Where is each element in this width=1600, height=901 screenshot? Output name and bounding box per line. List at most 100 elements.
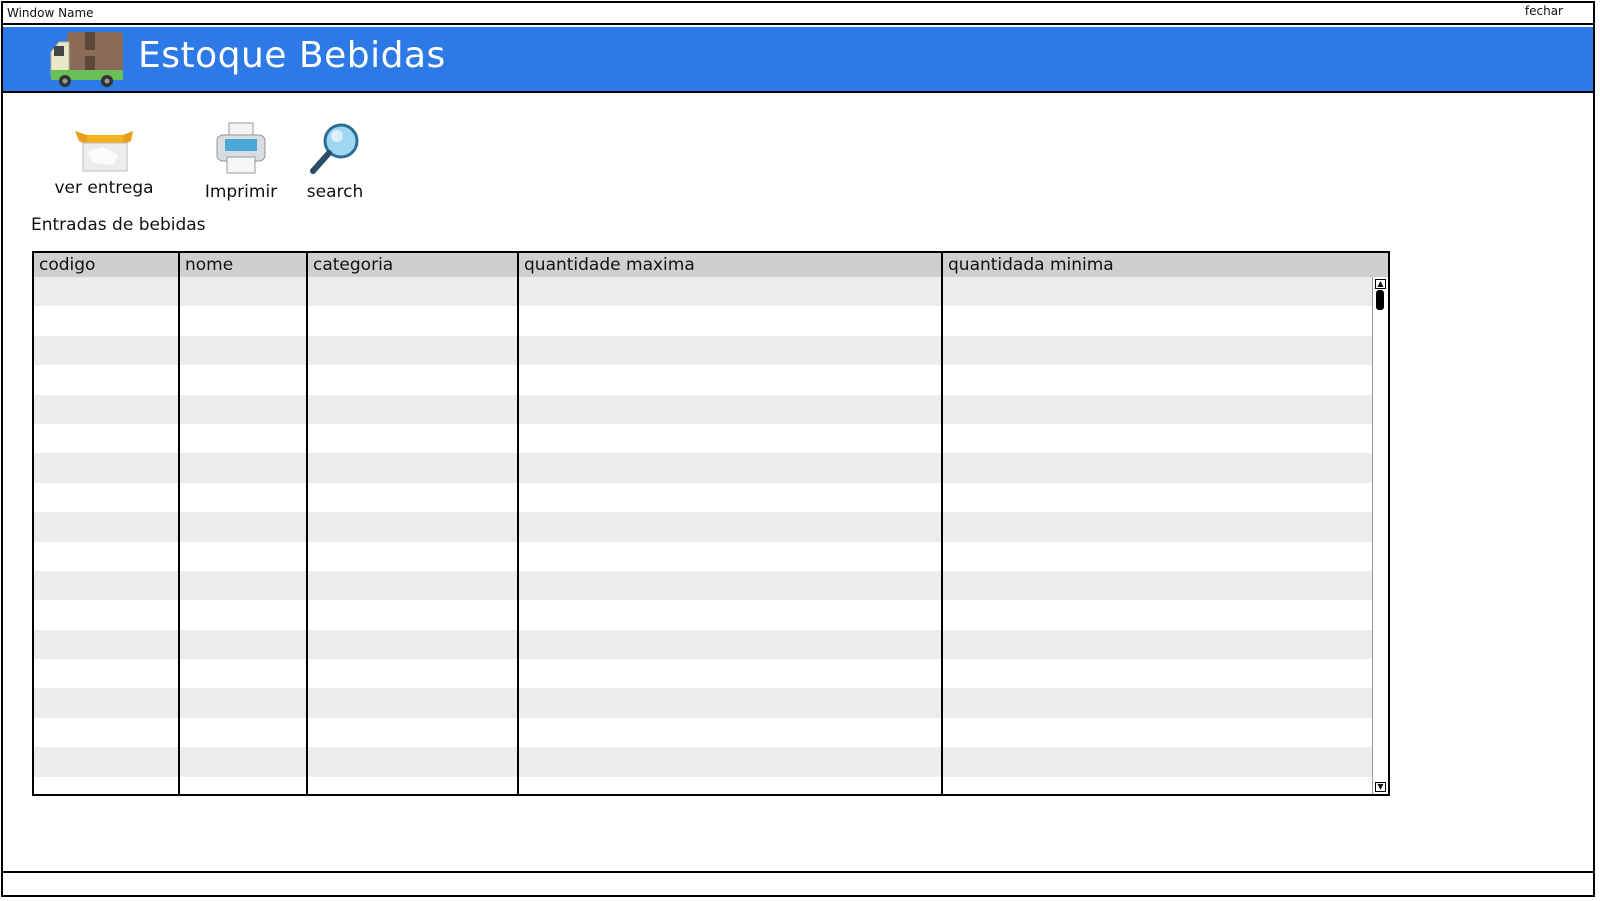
table-cell (519, 688, 943, 718)
table-cell (180, 365, 308, 395)
table-cell (943, 777, 1372, 794)
table-row[interactable] (34, 335, 1372, 366)
table-row[interactable] (34, 600, 1372, 630)
close-button[interactable]: fechar (1525, 1, 1563, 21)
table-cell (519, 277, 943, 307)
table-cell (308, 659, 519, 689)
table-cell (519, 453, 943, 483)
table-cell (519, 629, 943, 660)
table-cell (34, 541, 180, 571)
table-cell (180, 776, 308, 794)
table-cell (308, 482, 519, 513)
table-cell (519, 541, 943, 571)
table-cell (180, 394, 308, 424)
app-header: Estoque Bebidas (3, 27, 1593, 93)
table-cell (180, 512, 308, 542)
table-cell (34, 747, 180, 777)
scroll-down-arrow-icon[interactable]: ▼ (1375, 782, 1386, 792)
table-header: codigo nome categoria quantidade maxima … (34, 253, 1388, 277)
table-cell (308, 747, 519, 777)
table-cell (308, 629, 519, 660)
search-label: search (306, 182, 364, 202)
vertical-scrollbar[interactable]: ▲ ▼ (1372, 277, 1388, 794)
table-cell (519, 600, 943, 630)
table-cell (34, 659, 180, 689)
imprimir-button[interactable]: Imprimir (201, 121, 281, 202)
table-cell (943, 512, 1372, 541)
table-row[interactable] (34, 629, 1372, 660)
table-cell (34, 394, 180, 424)
table-row[interactable] (34, 482, 1372, 513)
column-header-categoria[interactable]: categoria (308, 253, 519, 277)
table-cell (519, 570, 943, 601)
table-cell (34, 570, 180, 601)
table-cell (943, 424, 1372, 453)
table-cell (34, 688, 180, 718)
table-cell (519, 394, 943, 424)
table-cell (943, 483, 1372, 512)
column-header-quantidada-minima[interactable]: quantidada minima (943, 253, 1388, 277)
table-cell (308, 717, 519, 748)
table-cell (180, 277, 308, 307)
table-cell (308, 365, 519, 395)
table-cell (180, 600, 308, 630)
table-cell (308, 394, 519, 424)
table-cell (519, 747, 943, 777)
table-cell (308, 277, 519, 307)
table-row[interactable] (34, 423, 1372, 454)
column-header-quantidade-maxima[interactable]: quantidade maxima (519, 253, 943, 277)
scroll-up-arrow-icon[interactable]: ▲ (1375, 279, 1386, 289)
column-header-nome[interactable]: nome (180, 253, 308, 277)
table-cell (180, 306, 308, 336)
table-row[interactable] (34, 277, 1372, 307)
table-row[interactable] (34, 306, 1372, 336)
table-row[interactable] (34, 747, 1372, 777)
table-cell (34, 600, 180, 630)
column-header-codigo[interactable]: codigo (34, 253, 180, 277)
printer-icon (216, 122, 266, 174)
status-bar (3, 871, 1593, 895)
scroll-thumb[interactable] (1376, 290, 1384, 310)
table-cell (943, 277, 1372, 306)
entries-table: codigo nome categoria quantidade maxima … (32, 251, 1390, 796)
table-cell (943, 718, 1372, 747)
ver-entrega-button[interactable]: ver entrega (51, 121, 157, 198)
table-cell (943, 542, 1372, 571)
table-row[interactable] (34, 394, 1372, 424)
table-cell (180, 747, 308, 777)
table-cell (519, 335, 943, 366)
table-row[interactable] (34, 717, 1372, 748)
table-cell (519, 717, 943, 748)
imprimir-label: Imprimir (204, 182, 278, 202)
table-cell (34, 482, 180, 513)
table-cell (519, 423, 943, 454)
table-row[interactable] (34, 541, 1372, 571)
table-row[interactable] (34, 688, 1372, 718)
table-cell (180, 688, 308, 718)
delivery-truck-icon (50, 32, 123, 87)
table-cell (34, 776, 180, 794)
title-bar: Window Name fechar (3, 3, 1593, 25)
search-button[interactable]: search (299, 121, 371, 202)
table-cell (308, 776, 519, 794)
window-name: Window Name (7, 6, 94, 20)
page-title: Estoque Bebidas (138, 35, 446, 76)
table-row[interactable] (34, 365, 1372, 395)
table-row[interactable] (34, 659, 1372, 689)
table-cell (34, 335, 180, 366)
table-body (34, 277, 1372, 794)
table-cell (180, 453, 308, 483)
table-row[interactable] (34, 453, 1372, 483)
table-cell (519, 776, 943, 794)
table-cell (180, 717, 308, 748)
table-cell (943, 600, 1372, 629)
table-row[interactable] (34, 570, 1372, 601)
table-cell (34, 423, 180, 454)
table-row[interactable] (34, 512, 1372, 542)
table-cell (943, 571, 1372, 600)
magnifier-icon (310, 123, 359, 174)
table-row[interactable] (34, 776, 1372, 794)
table-cell (34, 306, 180, 336)
section-title: Entradas de bebidas (31, 215, 206, 235)
table-cell (180, 423, 308, 454)
